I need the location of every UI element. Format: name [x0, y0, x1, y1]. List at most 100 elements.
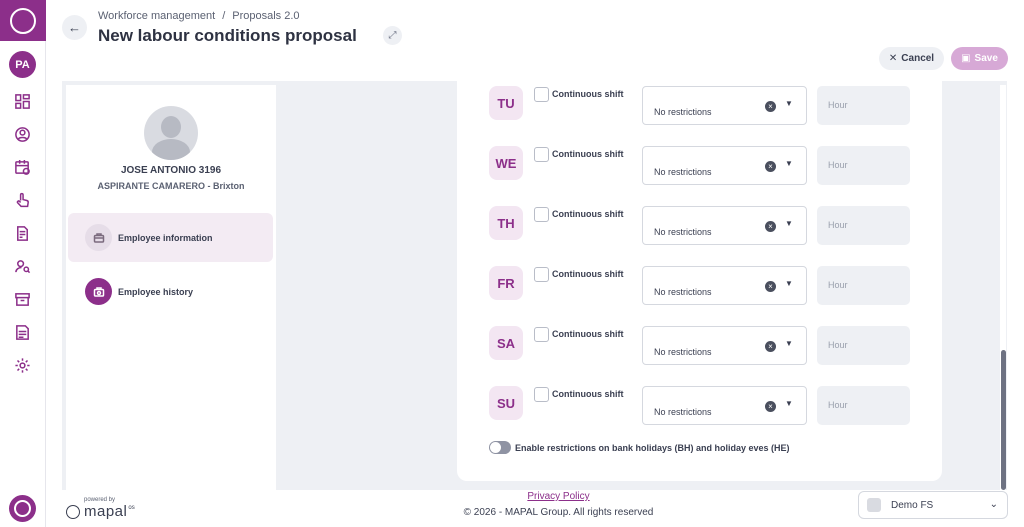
restriction-value: No restrictions	[654, 227, 712, 237]
save-icon: ▣	[961, 53, 971, 64]
hour-placeholder: Hour	[828, 100, 848, 110]
organization-icon	[867, 498, 881, 512]
restriction-select[interactable]: No restrictions × ▼	[642, 326, 807, 365]
chevron-down-icon[interactable]: ▼	[785, 399, 793, 408]
continuous-shift-label: Continuous shift	[552, 89, 624, 99]
continuous-shift-checkbox[interactable]	[534, 327, 549, 342]
user-avatar[interactable]: PA	[9, 51, 36, 78]
day-row: WE Continuous shift No restrictions × ▼ …	[457, 146, 942, 186]
cancel-label: Cancel	[901, 53, 935, 64]
day-row: TH Continuous shift No restrictions × ▼ …	[457, 206, 942, 246]
restriction-select[interactable]: No restrictions × ▼	[642, 266, 807, 305]
history-briefcase-icon	[85, 278, 112, 305]
dashboard-icon[interactable]	[13, 92, 31, 110]
day-badge: TU	[489, 86, 523, 120]
clear-icon[interactable]: ×	[765, 281, 776, 292]
app-logo-icon[interactable]	[0, 0, 46, 41]
user-circle-icon[interactable]	[13, 125, 31, 143]
day-row: FR Continuous shift No restrictions × ▼ …	[457, 266, 942, 306]
continuous-shift-label: Continuous shift	[552, 269, 624, 279]
breadcrumb-item[interactable]: Workforce management	[98, 10, 215, 22]
restriction-select[interactable]: No restrictions × ▼	[642, 206, 807, 245]
hour-field[interactable]: Hour	[817, 326, 910, 365]
organization-select[interactable]: Demo FS ⌄	[858, 491, 1008, 519]
breadcrumb: Workforce management / Proposals 2.0	[98, 10, 300, 22]
user-search-icon[interactable]	[13, 257, 31, 275]
continuous-shift-label: Continuous shift	[552, 389, 624, 399]
day-badge: TH	[489, 206, 523, 240]
restriction-select[interactable]: No restrictions × ▼	[642, 146, 807, 185]
close-icon: ✕	[888, 53, 898, 64]
chevron-down-icon[interactable]: ▼	[785, 159, 793, 168]
continuous-shift-label: Continuous shift	[552, 329, 624, 339]
menu-label: Employee information	[118, 232, 213, 243]
menu-label: Employee history	[118, 286, 194, 297]
hour-field[interactable]: Hour	[817, 206, 910, 245]
days-card: TU Continuous shift No restrictions × ▼ …	[457, 81, 942, 481]
cancel-button[interactable]: ✕ Cancel	[879, 47, 944, 70]
clear-icon[interactable]: ×	[765, 341, 776, 352]
report-icon[interactable]	[13, 323, 31, 341]
hour-field[interactable]: Hour	[817, 86, 910, 125]
document-icon[interactable]	[13, 224, 31, 242]
continuous-shift-label: Continuous shift	[552, 209, 624, 219]
employee-avatar	[144, 106, 198, 160]
chevron-down-icon[interactable]: ▼	[785, 219, 793, 228]
restriction-value: No restrictions	[654, 407, 712, 417]
day-row: TU Continuous shift No restrictions × ▼ …	[457, 86, 942, 126]
menu-employee-history[interactable]: Employee history	[68, 267, 273, 316]
scrollbar-thumb[interactable]	[1001, 350, 1006, 490]
continuous-shift-checkbox[interactable]	[534, 207, 549, 222]
organization-label: Demo FS	[891, 499, 934, 511]
save-button[interactable]: ▣ Save	[951, 47, 1008, 70]
bank-holiday-toggle-row: Enable restrictions on bank holidays (BH…	[489, 441, 790, 454]
continuous-shift-checkbox[interactable]	[534, 87, 549, 102]
day-row: SA Continuous shift No restrictions × ▼ …	[457, 326, 942, 366]
calendar-icon[interactable]	[13, 158, 31, 176]
day-badge: SA	[489, 326, 523, 360]
hour-field[interactable]: Hour	[817, 146, 910, 185]
settings-icon[interactable]	[13, 356, 31, 374]
chevron-down-icon[interactable]: ▼	[785, 99, 793, 108]
continuous-shift-checkbox[interactable]	[534, 387, 549, 402]
left-rail: PA	[0, 0, 46, 527]
day-badge: WE	[489, 146, 523, 180]
menu-employee-information[interactable]: Employee information	[68, 213, 273, 262]
clear-icon[interactable]: ×	[765, 221, 776, 232]
continuous-shift-label: Continuous shift	[552, 149, 624, 159]
chevron-down-icon: ⌄	[989, 499, 998, 510]
restriction-select[interactable]: No restrictions × ▼	[642, 86, 807, 125]
page-title: New labour conditions proposal	[98, 26, 357, 45]
continuous-shift-checkbox[interactable]	[534, 147, 549, 162]
clear-icon[interactable]: ×	[765, 401, 776, 412]
employee-card: JOSE ANTONIO 3196 ASPIRANTE CAMARERO - B…	[66, 85, 276, 490]
continuous-shift-checkbox[interactable]	[534, 267, 549, 282]
day-badge: SU	[489, 386, 523, 420]
breadcrumb-separator: /	[222, 10, 226, 22]
hour-field[interactable]: Hour	[817, 266, 910, 305]
back-button[interactable]: ←	[62, 15, 87, 40]
day-badge: FR	[489, 266, 523, 300]
expand-icon[interactable]: ⤢	[383, 26, 402, 45]
restriction-value: No restrictions	[654, 107, 712, 117]
hour-placeholder: Hour	[828, 160, 848, 170]
hour-placeholder: Hour	[828, 220, 848, 230]
restriction-value: No restrictions	[654, 347, 712, 357]
day-row: SU Continuous shift No restrictions × ▼ …	[457, 386, 942, 426]
restriction-select[interactable]: No restrictions × ▼	[642, 386, 807, 425]
save-label: Save	[974, 53, 998, 64]
employee-name: JOSE ANTONIO 3196	[120, 165, 222, 176]
clear-icon[interactable]: ×	[765, 161, 776, 172]
employee-role: ASPIRANTE CAMARERO - Brixton	[97, 181, 245, 191]
briefcase-icon	[85, 224, 112, 251]
hour-field[interactable]: Hour	[817, 386, 910, 425]
archive-icon[interactable]	[13, 290, 31, 308]
touch-icon[interactable]	[13, 191, 31, 209]
clear-icon[interactable]: ×	[765, 101, 776, 112]
bank-holiday-toggle[interactable]	[489, 441, 511, 454]
chevron-down-icon[interactable]: ▼	[785, 279, 793, 288]
hour-placeholder: Hour	[828, 280, 848, 290]
hour-placeholder: Hour	[828, 340, 848, 350]
breadcrumb-item[interactable]: Proposals 2.0	[232, 10, 299, 22]
chevron-down-icon[interactable]: ▼	[785, 339, 793, 348]
